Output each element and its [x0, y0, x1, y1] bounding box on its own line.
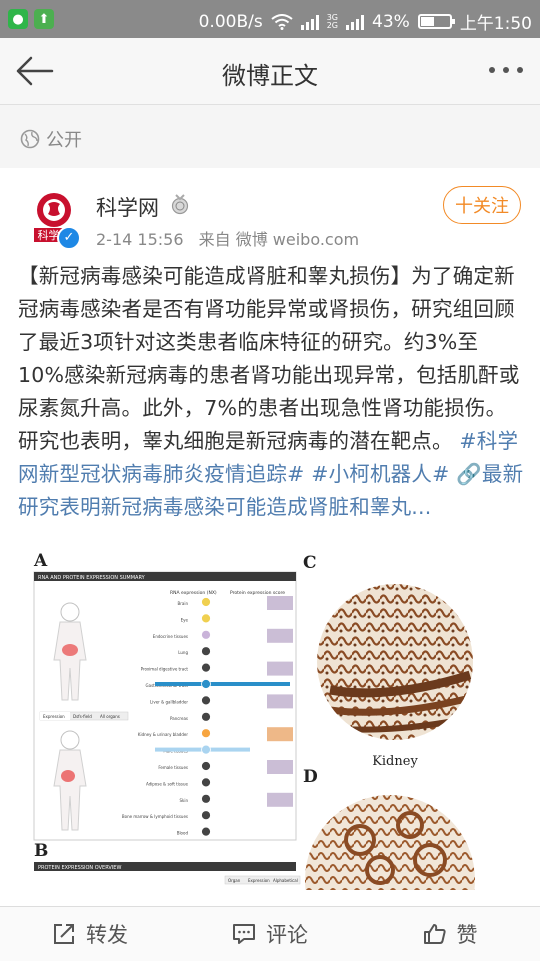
rna-column-header: RNA expression (NX) — [170, 590, 217, 596]
wechat-notification-icon: ● — [8, 9, 28, 29]
verified-badge-icon: ✓ — [57, 226, 81, 250]
tissue-label: Lung — [178, 650, 188, 655]
tissue-thumbnail — [267, 596, 293, 610]
tissue-thumbnail — [267, 760, 293, 774]
tissue-thumbnail — [267, 727, 293, 742]
network-speed: 0.00B/s — [198, 11, 263, 32]
repost-icon — [54, 924, 74, 944]
tab-a-0: Expression — [43, 714, 65, 719]
protein-score-dot — [201, 646, 211, 657]
more-options-icon[interactable] — [486, 60, 526, 80]
upload-notification-icon: ⬆ — [34, 9, 54, 29]
protein-score-dot — [201, 711, 211, 722]
like-label: 赞 — [456, 923, 478, 947]
post-time: 2-14 15:56 — [96, 230, 184, 249]
thumbs-up-icon — [423, 924, 446, 944]
network-type-label: 3G 2G — [326, 12, 339, 30]
tab-a-1: Dsfs-field — [73, 714, 92, 719]
panel-a-header: RNA AND PROTEIN EXPRESSION SUMMARY — [38, 575, 146, 581]
status-bar: ● ⬆ 0.00B/s 3G 2G 43% 上午1:50 — [0, 0, 540, 38]
author-name[interactable]: 科学网 — [96, 192, 159, 222]
protein-score-dot — [201, 728, 211, 739]
tissue-thumbnail — [267, 792, 293, 807]
tissue-label: Endocrine tissues — [153, 634, 188, 639]
battery-icon — [417, 14, 455, 29]
signal-icon — [300, 14, 319, 30]
post-image[interactable]: A B C D RNA AND PROTEIN EXPRESSION SUMMA… — [30, 550, 500, 890]
wifi-icon — [271, 13, 293, 30]
protein-score-dot — [201, 679, 211, 689]
tissue-label: Pancreas — [170, 716, 188, 721]
protein-score-dot — [201, 777, 211, 788]
tissue-label: Eye — [181, 617, 189, 622]
post-source: 来自 微博 weibo.com — [198, 230, 360, 249]
battery-percent: 43% — [372, 11, 410, 32]
nav-bar: 微博正文 — [0, 38, 540, 105]
comment-icon — [233, 924, 255, 944]
visibility-row: 公开 — [20, 126, 82, 152]
tissue-thumbnail — [267, 661, 293, 676]
page-title: 微博正文 — [222, 62, 318, 90]
protein-score-dot — [201, 761, 211, 771]
post-text-main: 【新冠病毒感染可能造成肾脏和睾丸损伤】为了确定新冠病毒感染者是否有肾功能异常或肾… — [18, 264, 520, 453]
tissue-thumbnail — [267, 694, 293, 709]
panel-label-d: D — [303, 767, 318, 787]
protein-column-header: Protein expression score — [230, 590, 285, 596]
comment-label: 评论 — [266, 923, 308, 947]
tab-b-2: Alphabetical — [273, 878, 298, 883]
panel-label-a: A — [33, 551, 48, 571]
protein-score-dot — [201, 793, 211, 804]
follow-button[interactable]: 十关注 — [443, 186, 521, 224]
protein-score-dot — [201, 629, 211, 640]
topic-tag-2[interactable]: #小柯机器人# — [311, 462, 449, 486]
kidney-caption: Kidney — [372, 754, 418, 769]
protein-score-dot — [201, 744, 211, 755]
clock: 上午1:50 — [459, 14, 532, 34]
tab-a-2: All organs — [100, 714, 120, 719]
panel-label-c: C — [303, 553, 317, 573]
tissue-label: Skin — [179, 798, 188, 803]
protein-score-dot — [201, 810, 211, 821]
tissue-label: Proximal digestive tract — [141, 667, 189, 672]
tab-b-0: Organ — [228, 878, 241, 883]
tissue-label: Blood — [177, 831, 189, 836]
action-bar: 转发 评论 赞 — [0, 906, 540, 961]
protein-score-dot — [201, 826, 211, 837]
tissue-label: Liver & gallbladder — [150, 699, 188, 704]
post-text: 【新冠病毒感染可能造成肾脏和睾丸损伤】为了确定新冠病毒感染者是否有肾功能异常或肾… — [18, 260, 524, 524]
protein-score-dot — [201, 662, 211, 673]
tissue-label: Female tissues — [158, 765, 188, 770]
like-button[interactable]: 赞 — [360, 907, 540, 961]
expression-bar — [155, 682, 290, 686]
tissue-label: Kidney & urinary bladder — [138, 732, 189, 737]
protein-score-dot — [201, 613, 211, 624]
protein-score-dot — [201, 597, 211, 607]
repost-button[interactable]: 转发 — [0, 907, 180, 961]
post-meta: 2-14 15:56 来自 微博 weibo.com — [96, 226, 359, 250]
visibility-label: 公开 — [46, 130, 82, 151]
tissue-label: Adipose & soft tissue — [146, 781, 189, 786]
kidney-micrograph — [317, 584, 473, 740]
repost-label: 转发 — [86, 923, 128, 947]
globe-icon — [20, 129, 40, 149]
post-card: 科学网 ✓ 科学网 2-14 15:56 来自 微博 weibo.com 十关注… — [0, 168, 540, 906]
tissue-label: Brain — [178, 601, 189, 606]
comment-button[interactable]: 评论 — [180, 907, 360, 961]
tab-b-1: Expression — [248, 878, 270, 883]
medal-icon — [171, 194, 189, 215]
tissue-thumbnail — [267, 628, 293, 643]
panel-b-header: PROTEIN EXPRESSION OVERVIEW — [38, 865, 121, 871]
tissue-label: Bone marrow & lymphoid tissues — [122, 814, 188, 819]
panel-label-b: B — [34, 841, 48, 861]
protein-score-dot — [201, 695, 211, 706]
signal-2-icon — [346, 14, 365, 30]
